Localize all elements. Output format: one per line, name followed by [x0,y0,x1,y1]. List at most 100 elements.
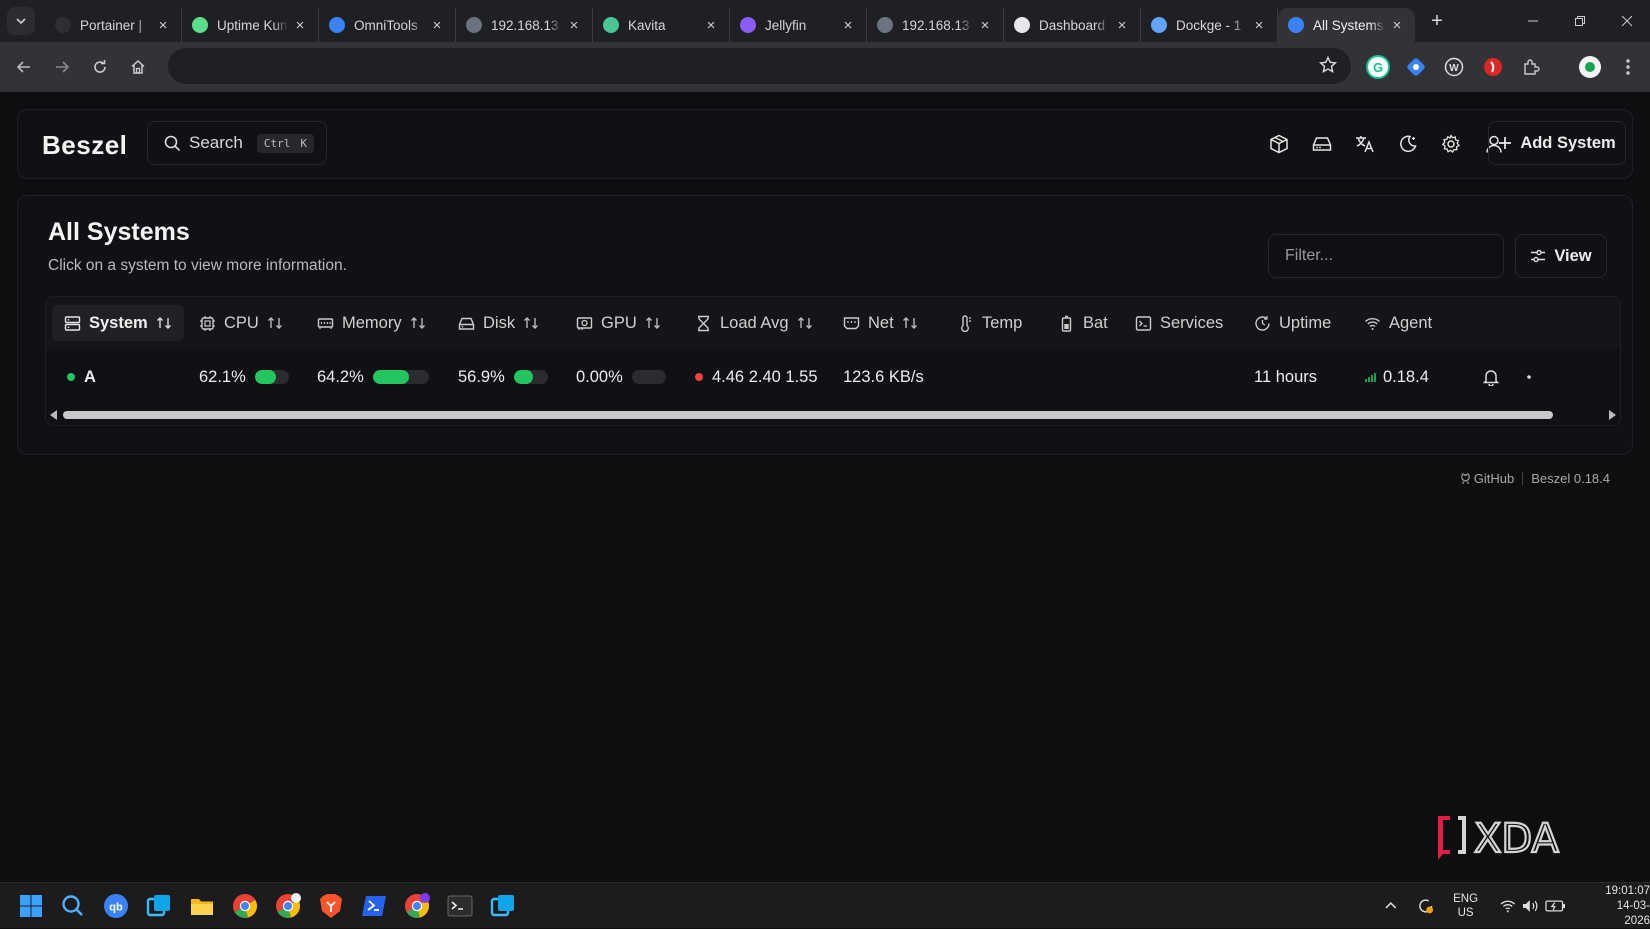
table-row[interactable]: A 62.1% 64.2% 56.9% 0.00% 4.46 2.40 1.55 [46,349,1620,405]
close-tab-icon[interactable]: × [292,17,308,34]
puzzle-blue-extension-icon[interactable] [1402,53,1430,81]
taskbar-search-button[interactable] [58,891,88,921]
terminal-taskbar-icon[interactable] [445,891,475,921]
close-tab-icon[interactable]: × [1114,17,1130,34]
chrome-taskbar-icon[interactable] [230,891,260,921]
clock[interactable]: 19:01:07 14-03-2026 [1593,884,1650,929]
profile-avatar-icon[interactable] [1576,53,1604,81]
minimize-button[interactable] [1509,0,1556,42]
column-header-memory[interactable]: Memory [305,305,438,341]
browser-tab[interactable]: Portainer | × [45,8,182,42]
sync-icon[interactable] [1416,896,1436,916]
search-button[interactable]: Search Ctrl K [147,121,327,165]
close-tab-icon[interactable]: × [840,17,856,34]
language-indicator[interactable]: ENG US [1453,892,1478,920]
remote-desktop-taskbar-icon[interactable] [144,891,174,921]
restore-button[interactable] [1556,0,1603,42]
chrome-profile-taskbar-icon[interactable] [273,891,303,921]
column-label: Net [868,313,894,332]
language-code: ENG [1453,893,1479,905]
column-header-agent[interactable]: Agent [1352,305,1444,341]
settings-button[interactable] [1432,124,1469,164]
browser-tab[interactable]: Dashboard × [1004,8,1141,42]
column-header-gpu[interactable]: GPU [564,305,673,341]
cpu-usage-bar [254,370,289,384]
column-header-bat[interactable]: Bat [1046,305,1120,341]
powershell-taskbar-icon[interactable] [359,891,389,921]
sort-arrows-icon [267,317,282,329]
column-header-uptime[interactable]: Uptime [1242,305,1343,341]
forward-button[interactable] [44,49,80,85]
close-tab-icon[interactable]: × [977,17,993,34]
tab-search-button[interactable] [7,7,35,35]
view-options-button[interactable]: View [1515,234,1607,278]
close-tab-icon[interactable]: × [1251,17,1267,34]
remote-app-taskbar-icon[interactable] [488,891,518,921]
chevron-up-icon[interactable] [1384,899,1398,913]
close-tab-icon[interactable]: × [429,17,445,34]
system-name-cell[interactable]: A [67,349,96,405]
red-extension-icon[interactable] [1479,53,1507,81]
close-tab-icon[interactable]: × [155,17,171,34]
new-tab-button[interactable]: + [1421,10,1453,33]
close-tab-icon[interactable]: × [703,17,719,34]
scroll-right-arrow-icon[interactable] [1609,410,1616,420]
browser-tab[interactable]: 192.168.13 × [867,8,1004,42]
browser-tab[interactable]: OmniTools × [319,8,456,42]
wifi-icon[interactable] [1500,898,1516,914]
reload-button[interactable] [82,49,118,85]
uptime-kuma-icon [192,17,208,33]
version-label[interactable]: Beszel 0.18.4 [1531,471,1610,486]
close-tab-icon[interactable]: × [1389,17,1405,34]
theme-toggle-button[interactable] [1389,124,1426,164]
moon-sun-icon [1399,135,1417,153]
alerts-button[interactable] [1482,349,1500,405]
extensions-icon[interactable] [1517,53,1545,81]
github-link[interactable]: GitHub [1460,471,1514,486]
smart-disks-button[interactable] [1303,124,1340,164]
file-explorer-taskbar-icon[interactable] [187,891,217,921]
column-header-net[interactable]: Net [831,305,930,341]
filter-input[interactable] [1268,234,1504,278]
row-more-button[interactable] [1526,349,1532,405]
scroll-left-arrow-icon[interactable] [50,410,57,420]
battery-charging-icon[interactable] [1545,898,1566,914]
browser-menu-icon[interactable] [1614,53,1642,81]
column-header-disk[interactable]: Disk [446,305,551,341]
disk-value: 56.9% [458,367,505,386]
beszel-logo[interactable]: Beszel [42,130,127,161]
brave-taskbar-icon[interactable] [316,891,346,921]
containers-button[interactable] [1260,124,1297,164]
column-header-services[interactable]: Services [1123,305,1235,341]
start-button[interactable] [16,891,46,921]
qbittorrent-taskbar-icon[interactable]: qb [101,891,131,921]
wappalyzer-extension-icon[interactable]: W [1440,53,1468,81]
browser-tab[interactable]: 192.168.13 × [456,8,593,42]
browser-tab[interactable]: Dockge - 1 × [1141,8,1278,42]
scrollbar-thumb[interactable] [63,411,1553,419]
browser-tab[interactable]: All Systems × [1278,8,1415,42]
browser-tab[interactable]: Kavita × [593,8,730,42]
close-window-button[interactable] [1603,0,1650,42]
home-button[interactable] [120,49,156,85]
browser-tab[interactable]: Jellyfin × [730,8,867,42]
horizontal-scrollbar[interactable] [46,407,1620,423]
column-header-load-avg[interactable]: Load Avg [683,305,825,341]
close-tab-icon[interactable]: × [566,17,582,34]
column-header-temp[interactable]: Temp [945,305,1034,341]
add-system-button[interactable]: Add System [1488,121,1626,165]
address-bar[interactable] [168,48,1351,84]
back-button[interactable] [6,49,42,85]
bookmark-star-icon[interactable] [1319,56,1337,74]
language-button[interactable] [1346,124,1383,164]
browser-tab[interactable]: Uptime Kuma× [182,8,319,42]
grammarly-extension-icon[interactable]: G [1364,53,1392,81]
browser-tab-label: Kavita [628,17,666,33]
uptime-cell: 11 hours [1254,349,1317,405]
chrome-dev-taskbar-icon[interactable] [402,891,432,921]
column-header-cpu[interactable]: CPU [187,305,295,341]
sort-arrows-icon [156,317,171,329]
column-header-system[interactable]: System [52,305,184,341]
volume-icon[interactable] [1522,898,1540,914]
page-subtitle: Click on a system to view more informati… [48,257,347,274]
